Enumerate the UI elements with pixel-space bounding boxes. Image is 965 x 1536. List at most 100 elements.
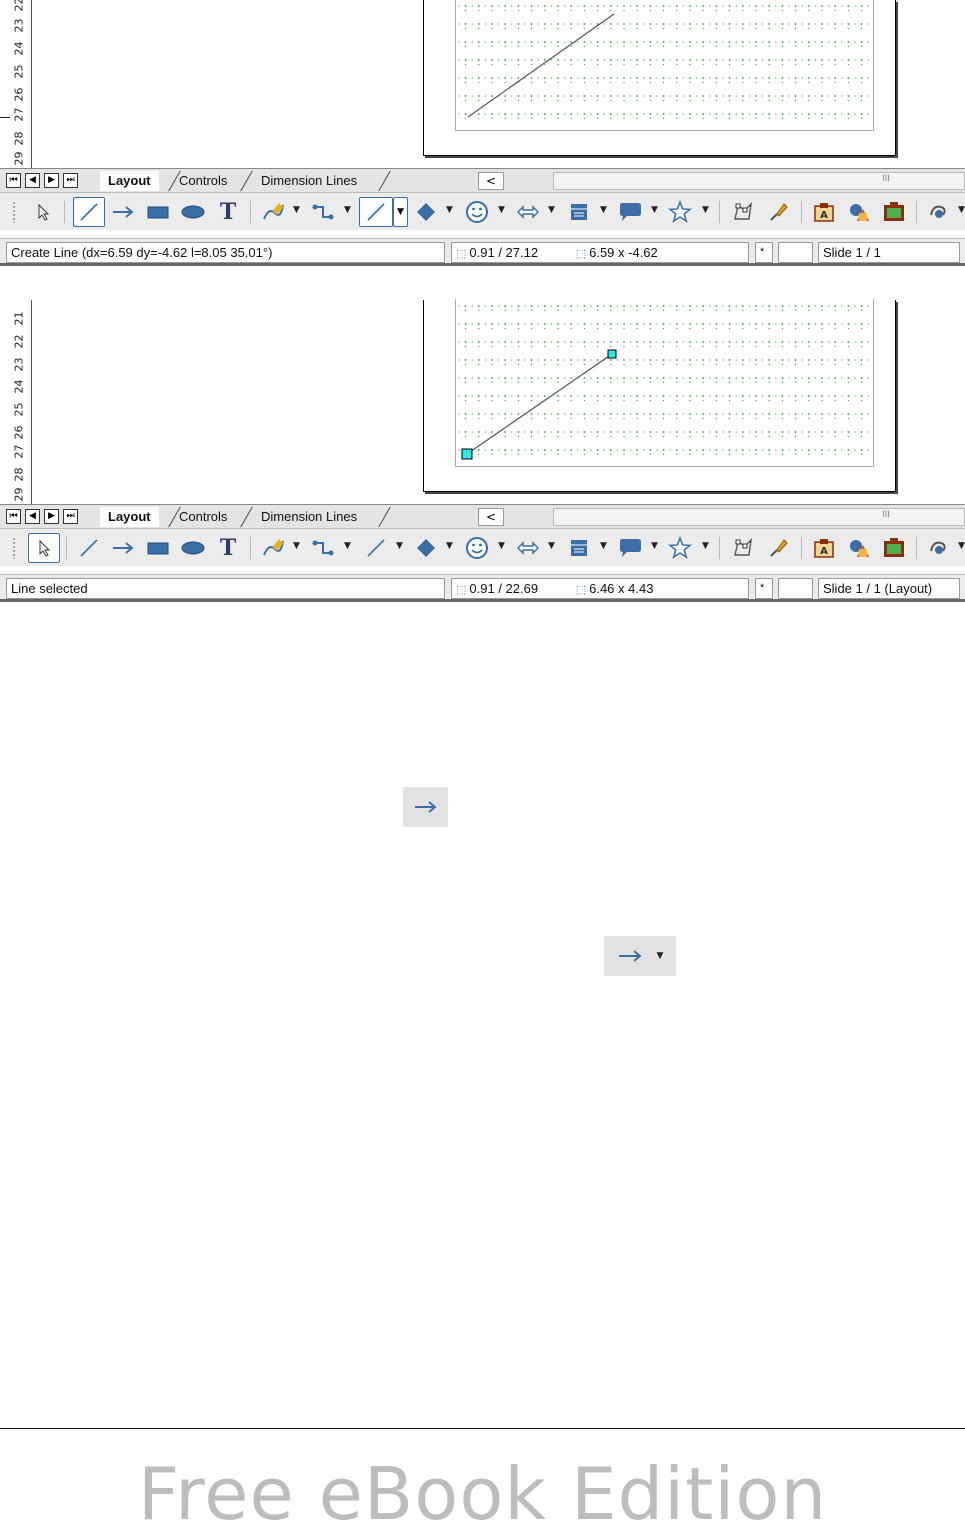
symbol-shapes-icon[interactable] [462,533,492,563]
chevron-down-icon[interactable]: ▼ [651,541,658,551]
curve-icon[interactable] [258,533,288,563]
arrow-line-icon[interactable] [108,533,138,563]
status-bar: Create Line (dx=6.59 dy=-4.62 l=8.05 35.… [0,238,965,266]
line-icon[interactable] [73,197,105,227]
symbol-shapes-icon[interactable] [462,197,492,227]
chevron-down-icon[interactable]: ▼ [344,205,351,215]
tab-controls[interactable]: Controls [171,507,235,527]
position-icon: ⬚ [456,584,467,596]
flowchart-icon[interactable] [564,197,594,227]
gallery-icon[interactable] [879,197,909,227]
chevron-down-icon[interactable]: ▼ [293,205,300,215]
arrow-line-button[interactable] [403,787,448,827]
toolbar-grip[interactable] [12,537,16,559]
drawing-canvas[interactable] [424,300,897,492]
text-icon[interactable]: T [213,197,243,227]
tab-dimension-lines[interactable]: Dimension Lines [253,507,365,527]
from-file-icon[interactable] [844,533,874,563]
stars-icon[interactable] [665,533,695,563]
extrusion-icon[interactable] [924,533,954,563]
tab-layout[interactable]: Layout [100,171,159,191]
next-slide-button[interactable]: ▶ [44,173,59,188]
ellipse-icon[interactable] [178,533,208,563]
glue-points-icon[interactable] [763,197,793,227]
chevron-down-icon[interactable]: ▼ [344,541,351,551]
drawing-canvas[interactable] [424,0,897,156]
connector-icon[interactable] [308,533,338,563]
line-start-handle[interactable] [461,448,473,460]
tab-layout[interactable]: Layout [100,507,159,527]
callouts-icon[interactable] [614,533,646,563]
slide-page[interactable] [423,299,897,492]
gallery-icon[interactable] [879,533,909,563]
chevron-down-icon[interactable]: ▼ [958,541,965,551]
first-slide-button[interactable]: ⏮ [6,509,21,524]
document-modified-indicator[interactable]: * [755,242,773,263]
line-icon[interactable] [73,533,105,563]
chevron-down-icon[interactable]: ▼ [548,205,555,215]
chevron-down-icon[interactable]: ▼ [498,541,505,551]
horizontal-scrollbar[interactable]: III [553,508,965,526]
rectangle-icon[interactable] [143,197,173,227]
chevron-down-icon[interactable]: ▼ [702,541,709,551]
block-arrows-icon[interactable] [513,533,543,563]
rectangle-icon[interactable] [143,533,173,563]
scroll-left-button[interactable]: < [478,172,504,190]
text-icon[interactable]: T [213,533,243,563]
lines-arrows-icon[interactable] [361,533,391,563]
connector-icon[interactable] [308,197,338,227]
fontwork-icon[interactable]: A [809,197,839,227]
chevron-down-icon[interactable]: ▼ [958,205,965,215]
digital-signature-field[interactable] [778,578,813,599]
arrow-line-icon[interactable] [108,197,138,227]
scroll-left-button[interactable]: < [478,508,504,526]
chevron-down-icon[interactable]: ▼ [393,197,408,227]
extrusion-icon[interactable] [924,197,954,227]
tab-controls[interactable]: Controls [171,171,235,191]
chevron-down-icon[interactable]: ▼ [446,205,453,215]
last-slide-button[interactable]: ⏭ [63,173,78,188]
chevron-down-icon[interactable]: ▼ [600,541,607,551]
stars-icon[interactable] [665,197,695,227]
block-arrows-icon[interactable] [513,197,543,227]
line-end-handle[interactable] [607,349,617,359]
chevron-down-icon[interactable]: ▼ [651,205,658,215]
basic-shapes-icon[interactable] [411,197,441,227]
slide-workspace[interactable] [32,299,965,504]
horizontal-scrollbar[interactable]: III [553,172,965,190]
lines-arrows-icon[interactable] [359,197,393,227]
points-icon[interactable] [728,197,758,227]
digital-signature-field[interactable] [778,242,813,263]
chevron-down-icon[interactable]: ▼ [702,205,709,215]
slide-workspace[interactable] [32,0,965,168]
chevron-down-icon[interactable]: ▼ [498,205,505,215]
position-size-field[interactable]: ⬚ 0.91 / 27.12 ⬚ 6.59 x -4.62 [451,242,749,263]
basic-shapes-icon[interactable] [411,533,441,563]
callouts-icon[interactable] [614,197,646,227]
toolbar-grip[interactable] [12,201,16,223]
chevron-down-icon[interactable]: ▼ [396,541,403,551]
fontwork-icon[interactable]: A [809,533,839,563]
chevron-down-icon[interactable]: ▼ [600,205,607,215]
slide-page[interactable] [423,0,896,156]
ellipse-icon[interactable] [178,197,208,227]
curve-icon[interactable] [258,197,288,227]
first-slide-button[interactable]: ⏮ [6,173,21,188]
select-icon[interactable] [28,197,58,227]
chevron-down-icon[interactable]: ▼ [446,541,453,551]
previous-slide-button[interactable]: ◀ [25,173,40,188]
last-slide-button[interactable]: ⏭ [63,509,78,524]
from-file-icon[interactable] [844,197,874,227]
document-modified-indicator[interactable]: * [755,578,773,599]
position-size-field[interactable]: ⬚ 0.91 / 22.69 ⬚ 6.46 x 4.43 [451,578,749,599]
glue-points-icon[interactable] [763,533,793,563]
select-icon[interactable] [28,533,60,563]
chevron-down-icon[interactable]: ▼ [548,541,555,551]
next-slide-button[interactable]: ▶ [44,509,59,524]
flowchart-icon[interactable] [564,533,594,563]
chevron-down-icon[interactable]: ▼ [293,541,300,551]
previous-slide-button[interactable]: ◀ [25,509,40,524]
points-icon[interactable] [728,533,758,563]
lines-arrows-dropdown-button[interactable]: ▼ [604,936,676,976]
tab-dimension-lines[interactable]: Dimension Lines [253,171,365,191]
